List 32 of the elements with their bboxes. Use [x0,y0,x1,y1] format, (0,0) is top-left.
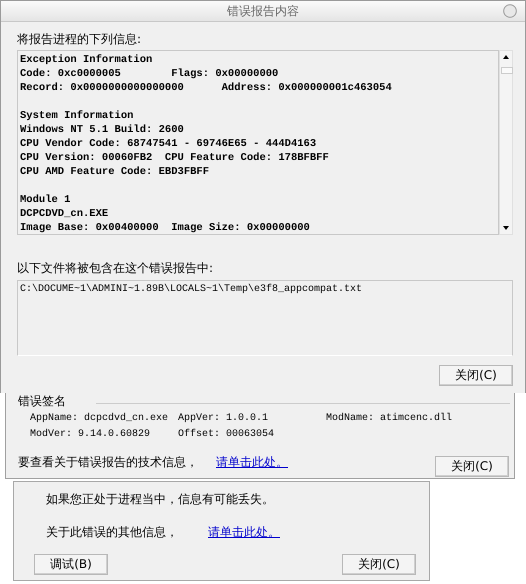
report-label: 将报告进程的下列信息: [17,32,142,46]
more-info-text: 关于此错误的其他信息， [46,524,178,540]
signature-field: ModVer: 9.14.0.60829 [30,428,178,441]
report-line: Exception Information [20,53,154,67]
report-line: CPU Version: 00060FB2 CPU Feature Code: 178BFBFF [20,151,330,165]
close-button[interactable]: 关闭(C) [435,456,509,477]
tech-info-link[interactable]: 请单击此处。 [216,454,288,471]
report-line: Module 1 [20,193,72,207]
scrollbar[interactable] [499,50,513,235]
more-info-link[interactable]: 请单击此处。 [208,524,280,540]
close-button-icon[interactable] [503,4,517,18]
report-line: Image Base: 0x00400000 Image Size: 0x00000000 [20,221,311,234]
file-path: C:\DOCUME~1\ADMINI~1.89B\LOCALS~1\Temp\e3f8_appcompat.txt [20,284,364,295]
report-line: Windows NT 5.1 Build: 2600 [20,123,185,137]
signature-field: AppName: dcpcdvd_cn.exe [30,412,178,425]
window-title: 错误报告内容 [227,2,299,20]
scroll-thumb[interactable] [501,67,513,74]
signature-field: Offset: 00063054 [178,428,326,441]
tech-info-text: 要查看关于错误报告的技术信息， [18,454,198,471]
report-line: CPU AMD Feature Code: EBD3FBFF [20,165,210,179]
report-line: Code: 0xc0000005 Flags: 0x00000000 [20,67,280,81]
report-line: System Information [20,109,134,123]
close-button[interactable]: 关闭(C) [439,365,513,386]
signature-field: AppVer: 1.0.0.1 [178,412,326,425]
report-line: CPU Vendor Code: 68747541 - 69746E65 - 444D4163 [20,137,318,151]
debug-button[interactable]: 调试(B) [34,554,108,575]
signature-field: ModName: atimcenc.dll [326,412,506,425]
report-line: DCPCDVD_cn.EXE [20,207,110,221]
warning-text: 如果您正处于进程当中，信息有可能丢失。 [46,491,274,507]
files-label: 以下文件将被包含在这个错误报告中: [17,261,214,275]
close-button[interactable]: 关闭(C) [342,554,416,575]
report-line: Record: 0x0000000000000000 Address: 0x000000001c463054 [20,81,393,95]
